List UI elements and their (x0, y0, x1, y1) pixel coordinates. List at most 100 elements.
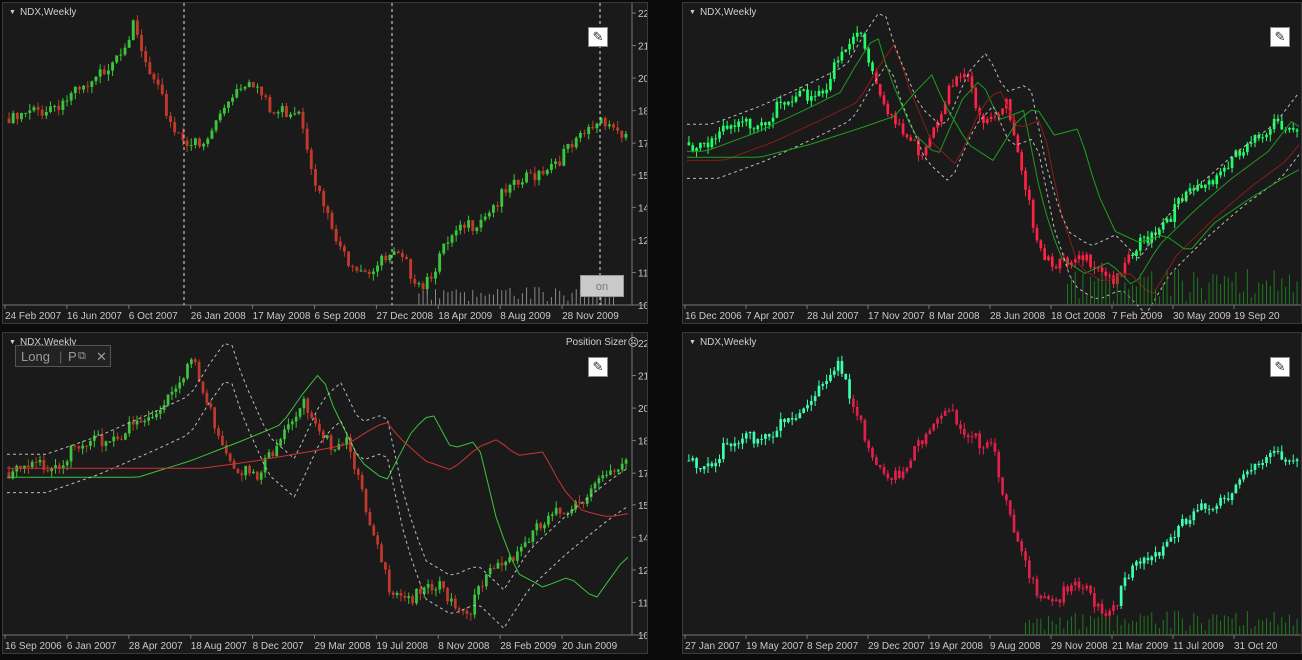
trendline-tool-icon[interactable]: ✎ (588, 27, 608, 47)
candle-body (821, 90, 825, 94)
candle-body (297, 111, 301, 114)
candle-body (290, 421, 294, 425)
candle-body (463, 224, 466, 228)
candle-body (418, 588, 422, 594)
candle-body (593, 483, 597, 489)
on-toggle-button[interactable]: on (580, 275, 624, 297)
trendline-tool-icon[interactable]: ✎ (1270, 357, 1290, 377)
candle-body (1119, 585, 1123, 607)
candle-body (49, 106, 52, 112)
candle-body (213, 407, 217, 429)
candle-body (1238, 150, 1242, 156)
candle-body (1131, 254, 1134, 257)
candle-body (155, 413, 158, 418)
moving-average-line (687, 12, 1300, 259)
candle-body (198, 138, 201, 147)
candle-body (894, 470, 897, 480)
trendline-tool-icon[interactable]: ✎ (1270, 27, 1290, 47)
candle-body (479, 219, 483, 228)
candle-body (276, 112, 280, 114)
candle-body (863, 419, 867, 441)
candle-body (748, 432, 752, 434)
y-tick-label: 2004.0 (638, 74, 648, 85)
candle-body (832, 370, 836, 375)
candle-body (920, 440, 924, 445)
candle-body (96, 434, 100, 436)
candle-body (1085, 585, 1089, 589)
candle-body (156, 79, 160, 85)
candle-body (1150, 556, 1154, 561)
candle-body (421, 283, 425, 290)
candle-body (131, 20, 135, 40)
position-sizer-panel[interactable]: Long | P ⧉ ✕ (15, 345, 111, 367)
candle-body (411, 596, 414, 604)
candle-body (104, 441, 108, 446)
candle-body (355, 266, 359, 271)
candle-body (148, 62, 152, 75)
candle-body (36, 107, 40, 110)
candle-body (446, 587, 449, 602)
candle-body (102, 69, 106, 75)
candle-body (65, 461, 69, 466)
candle-body (989, 442, 993, 444)
x-tick-label: 27 Dec 2008 (376, 311, 433, 322)
long-button[interactable]: Long (21, 349, 50, 364)
restore-icon[interactable]: ⧉ (78, 350, 86, 363)
candle-body (140, 34, 143, 52)
candle-body (535, 523, 539, 531)
p-button[interactable]: P (68, 349, 77, 364)
candle-body (152, 74, 156, 80)
price-chart[interactable]: 27 Jan 2007 19 May 2007 8 Sep 2007 29 Dec 2… (683, 333, 1302, 654)
candle-body (240, 473, 244, 476)
candle-body (1234, 484, 1238, 494)
x-tick-label: 8 Mar 2008 (929, 311, 980, 322)
chart-panel-bottom-right[interactable]: 27 Jan 2007 19 May 2007 8 Sep 2007 29 Dec 2… (682, 332, 1302, 654)
candle-body (147, 417, 151, 421)
candle-body (283, 429, 286, 440)
x-tick-label: 28 Nov 2009 (562, 311, 619, 322)
candle-body (417, 283, 421, 285)
chart-title: NDX,Weekly (689, 337, 757, 348)
candle-body (28, 110, 32, 113)
close-icon[interactable]: ✕ (96, 349, 107, 365)
candle-body (809, 400, 813, 405)
candle-body (882, 467, 886, 474)
candle-body (760, 122, 763, 126)
candle-body (387, 569, 391, 593)
chart-panel-bottom-left[interactable]: 2292.0 2148.0 2004.0 1860.0 1716.0 1576.0 1432… (2, 332, 648, 654)
candle-body (260, 86, 264, 96)
candle-body (24, 112, 28, 114)
candle-body (890, 478, 893, 480)
candle-body (687, 142, 691, 146)
candle-body (450, 598, 453, 602)
separator: | (59, 349, 63, 364)
candle-body (1223, 167, 1226, 172)
candle-body (388, 255, 392, 261)
price-chart[interactable]: 16 Dec 2006 7 Apr 2007 28 Jul 2007 17 Nov 2… (683, 3, 1302, 324)
candle-body (974, 433, 978, 437)
x-tick-label: 19 Sep 20 (1234, 311, 1280, 322)
chart-panel-top-left[interactable]: 2292.0 2148.0 2004.0 1860.0 1716.0 1576.0 1432… (2, 2, 648, 324)
candle-body (809, 96, 813, 101)
candle-body (457, 608, 461, 611)
x-tick-label: 8 Sep 2007 (807, 641, 859, 652)
candle-body (7, 118, 11, 124)
price-chart[interactable]: 2292.0 2148.0 2004.0 1860.0 1716.0 1576.0 1432… (3, 3, 648, 324)
candle-body (500, 562, 504, 566)
price-chart[interactable]: 2292.0 2148.0 2004.0 1860.0 1716.0 1576.0 1432… (3, 333, 648, 654)
candle-body (871, 62, 874, 72)
chart-panel-top-right[interactable]: 16 Dec 2006 7 Apr 2007 28 Jul 2007 17 Nov 2… (682, 2, 1302, 324)
candle-body (1089, 254, 1092, 268)
candle-body (306, 398, 310, 413)
y-tick-label: 2292.0 (638, 339, 648, 350)
candle-body (119, 54, 123, 56)
candle-body (1242, 152, 1245, 156)
candle-body (473, 594, 477, 615)
candle-body (806, 89, 809, 101)
candle-body (874, 457, 878, 465)
candle-body (371, 271, 375, 275)
candle-body (395, 592, 399, 595)
candle-body (209, 403, 213, 408)
trendline-tool-icon[interactable]: ✎ (588, 357, 608, 377)
candle-body (221, 435, 224, 446)
